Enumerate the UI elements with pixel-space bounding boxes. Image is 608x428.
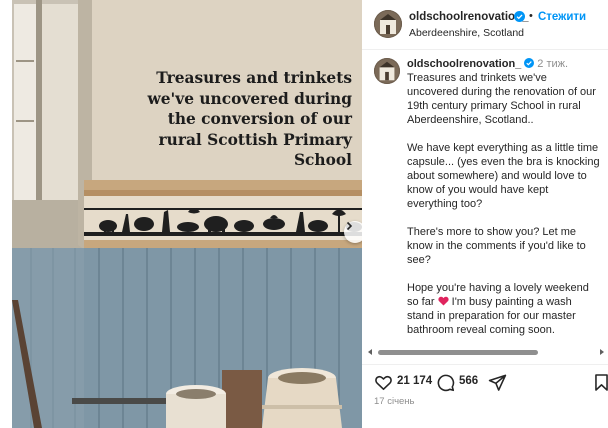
caption-paragraph: We have kept everything as a little time… <box>407 142 600 210</box>
likes-count[interactable]: 21 174 <box>397 375 432 387</box>
caption-area: oldschoolrenovation_ 2 тиж. Treasures and… <box>362 50 608 348</box>
chevron-right-icon <box>346 221 353 231</box>
bookmark-icon[interactable] <box>592 373 608 392</box>
caption-paragraph: There's more to show you? Let me know in… <box>407 226 586 266</box>
post-date[interactable]: 17 січень <box>374 396 415 407</box>
comment-icon[interactable] <box>436 373 455 392</box>
avatar-image <box>374 58 400 84</box>
caption-paragraph: Treasures and trinkets we've uncovered d… <box>407 72 596 126</box>
red-heart-emoji-icon <box>437 296 449 306</box>
scroll-right-arrow-icon[interactable] <box>600 349 604 355</box>
image-overlay-title: Treasures and trinkets we've uncovered d… <box>147 69 352 169</box>
classroom-photo <box>12 0 362 428</box>
scroll-left-arrow-icon[interactable] <box>368 349 372 355</box>
next-image-button[interactable] <box>344 221 362 243</box>
separator-dot: • <box>529 10 533 22</box>
heart-icon[interactable] <box>374 373 393 392</box>
post-time[interactable]: 2 тиж. <box>537 58 568 70</box>
caption-paragraph-last: Hope you're having a lovely weekend so f… <box>407 281 601 337</box>
username-link[interactable]: oldschoolrenovation_ <box>409 11 529 23</box>
caption-username-link[interactable]: oldschoolrenovation_ <box>407 58 521 70</box>
action-bar: 21 174 566 <box>362 364 608 396</box>
caption-avatar[interactable] <box>374 58 400 84</box>
location-link[interactable]: Aberdeenshire, Scotland <box>409 27 524 39</box>
share-icon[interactable] <box>488 373 507 392</box>
post-image[interactable]: Treasures and trinkets we've uncovered d… <box>12 0 362 428</box>
avatar-image <box>374 10 402 38</box>
avatar[interactable] <box>374 10 402 38</box>
caption-text: Treasures and trinkets we've uncovered d… <box>407 71 601 348</box>
caption-header: oldschoolrenovation_ 2 тиж. <box>407 58 568 70</box>
follow-button[interactable]: Стежити <box>538 11 586 23</box>
comments-count[interactable]: 566 <box>459 375 478 387</box>
post-side-panel: oldschoolrenovation_ • Стежити Aberdeens… <box>362 0 608 428</box>
post-header: oldschoolrenovation_ • Стежити Aberdeens… <box>362 0 608 50</box>
verified-badge-icon <box>514 11 525 22</box>
scrollbar-thumb[interactable] <box>378 350 538 355</box>
horizontal-scrollbar[interactable] <box>366 348 606 357</box>
verified-badge-icon <box>524 58 535 68</box>
